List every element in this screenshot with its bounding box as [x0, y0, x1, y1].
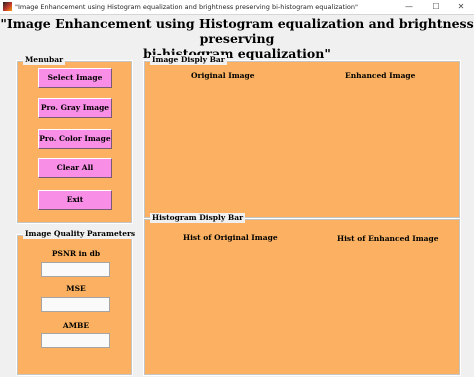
main-title-line-1: "Image Enhancement using Histogram equal…	[0, 16, 474, 46]
main-title-line-2: bi-histogram equalization"	[143, 46, 331, 61]
pro-gray-image-button[interactable]: Pro. Gray Image	[38, 98, 112, 118]
clear-all-button[interactable]: Clear All	[38, 158, 112, 178]
histogram-display-panel: Histogram Disply Bar Hist of Original Im…	[143, 213, 461, 376]
ambe-label: AMBE	[62, 321, 90, 330]
menubar-panel: Menubar Select Image Pro. Gray Image Pro…	[16, 55, 133, 224]
histogram-display-label: Histogram Disply Bar	[150, 213, 246, 223]
matlab-app-icon	[3, 2, 12, 11]
window-title: "Image Enhancement using Histogram equal…	[15, 3, 358, 11]
quality-parameters-panel: Image Quality Parameters PSNR in db MSE …	[16, 229, 138, 376]
ambe-field[interactable]	[41, 333, 110, 348]
exit-button[interactable]: Exit	[38, 190, 112, 210]
select-image-button[interactable]: Select Image	[38, 68, 112, 88]
pro-color-image-button[interactable]: Pro. Color Image	[38, 129, 112, 149]
hist-original-heading: Hist of Original Image	[183, 233, 278, 242]
enhanced-image-heading: Enhanced Image	[345, 71, 416, 80]
window-titlebar: "Image Enhancement using Histogram equal…	[0, 0, 474, 15]
psnr-label: PSNR in db	[51, 249, 101, 258]
mse-label: MSE	[66, 284, 86, 293]
mse-field[interactable]	[41, 297, 110, 312]
quality-parameters-label: Image Quality Parameters	[23, 229, 138, 239]
hist-enhanced-heading: Hist of Enhanced Image	[337, 234, 439, 243]
main-title: "Image Enhancement using Histogram equal…	[0, 16, 474, 61]
original-image-heading: Original Image	[191, 71, 255, 80]
figure-window: "Image Enhancement using Histogram equal…	[0, 15, 474, 377]
menubar-panel-label: Menubar	[23, 55, 66, 65]
psnr-field[interactable]	[41, 262, 110, 277]
maximize-button[interactable]: ☐	[423, 0, 449, 14]
image-display-label: Image Disply Bar	[150, 55, 227, 65]
image-display-panel: Image Disply Bar Original Image Enhanced…	[143, 55, 461, 219]
minimize-button[interactable]: —	[396, 0, 422, 14]
close-button[interactable]: ✕	[448, 0, 474, 14]
